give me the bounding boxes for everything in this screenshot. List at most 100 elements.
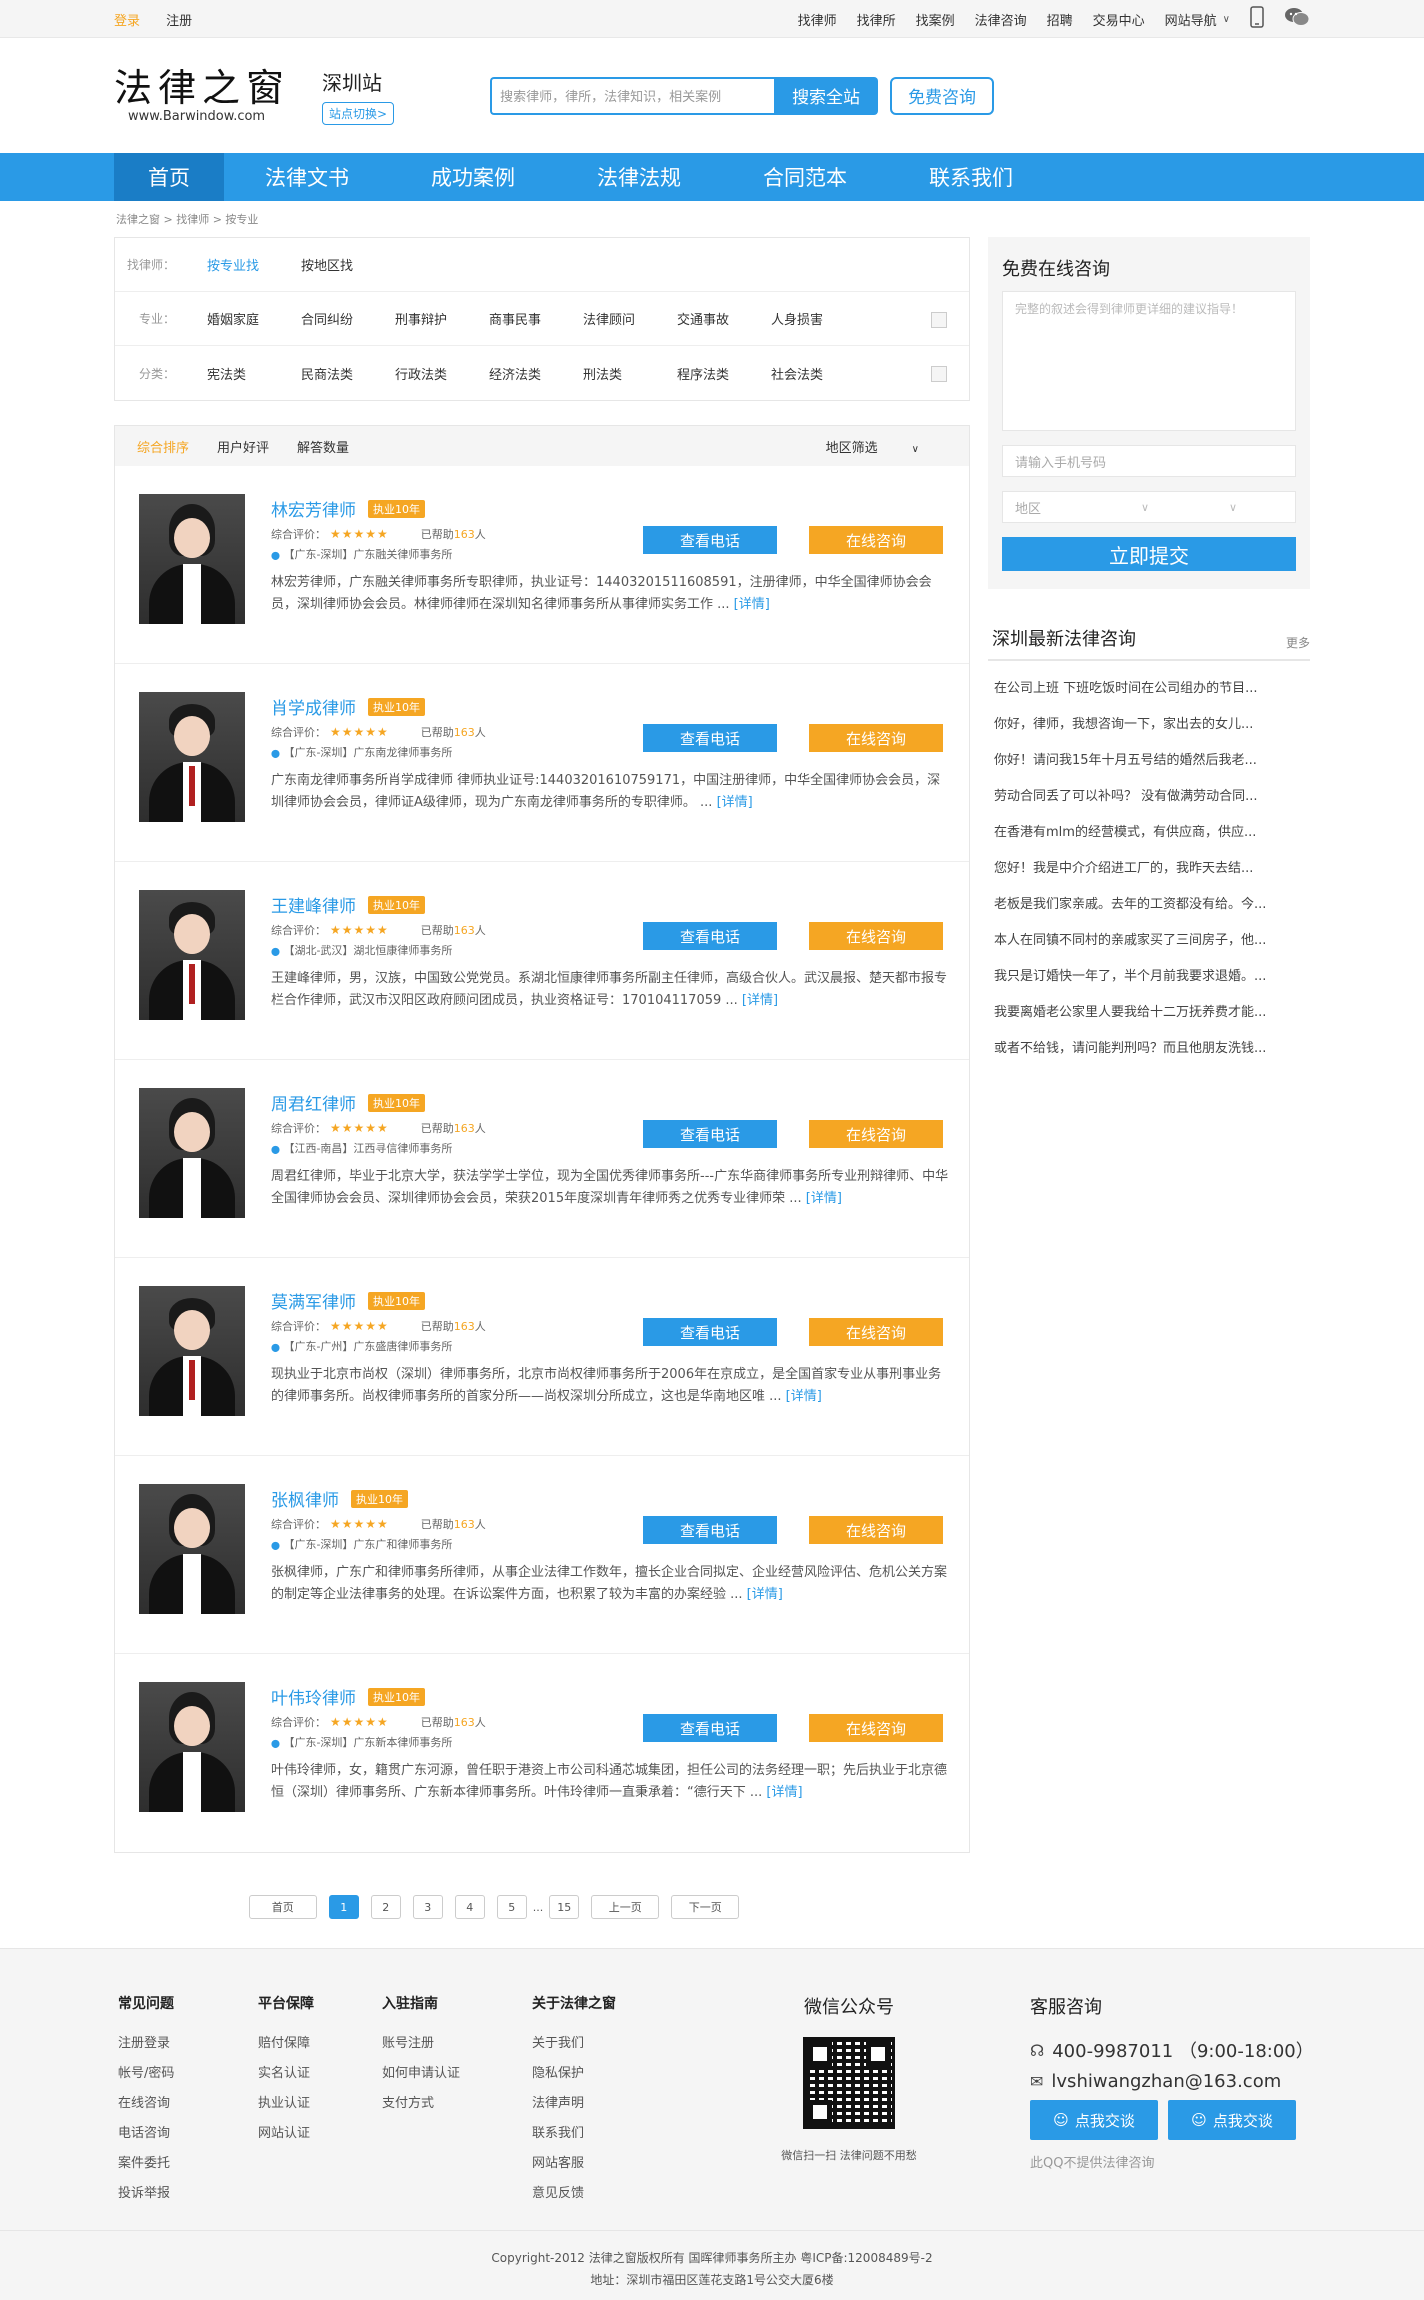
region-select[interactable]: 地区 ∨ ∨ — [1002, 491, 1296, 523]
consult-item[interactable]: 你好！请问我15年十月五号结的婚然后我老... — [988, 743, 1310, 779]
qq-chat-button[interactable]: ☺ 点我交谈 — [1030, 2100, 1158, 2140]
online-consult-button[interactable]: 在线咨询 — [809, 1120, 943, 1148]
filter-by-major[interactable]: 按专业找 — [207, 255, 301, 274]
footer-link[interactable]: 隐私保护 — [532, 2066, 584, 2081]
footer-link[interactable]: 如何申请认证 — [382, 2066, 460, 2081]
filter-by-region[interactable]: 按地区找 — [301, 255, 395, 274]
chevron-down-icon[interactable]: ∨ — [1141, 501, 1149, 514]
view-phone-button[interactable]: 查看电话 — [643, 922, 777, 950]
lawyer-name[interactable]: 莫满军律师 — [271, 1288, 356, 1313]
category-option[interactable]: 民商法类 — [301, 364, 395, 383]
category-option[interactable]: 社会法类 — [771, 364, 865, 383]
footer-link[interactable]: 法律声明 — [532, 2096, 584, 2111]
major-option[interactable]: 合同纠纷 — [301, 309, 395, 328]
consult-item[interactable]: 您好！我是中介介绍进工厂的，我昨天去结... — [988, 851, 1310, 887]
nav-contact-us[interactable]: 联系我们 — [888, 153, 1054, 201]
detail-link[interactable]: [详情] — [786, 1389, 822, 1404]
footer-link[interactable]: 网站认证 — [258, 2126, 310, 2141]
footer-link[interactable]: 实名认证 — [258, 2066, 310, 2081]
footer-link[interactable]: 帐号/密码 — [118, 2066, 174, 2081]
view-phone-button[interactable]: 查看电话 — [643, 1318, 777, 1346]
category-option[interactable]: 行政法类 — [395, 364, 489, 383]
sort-comprehensive[interactable]: 综合排序 — [137, 437, 189, 456]
consult-item[interactable]: 在公司上班 下班吃饭时间在公司组办的节目... — [988, 671, 1310, 707]
lawyer-name[interactable]: 肖学成律师 — [271, 694, 356, 719]
top-link-site-nav[interactable]: 网站导航 — [1165, 10, 1217, 29]
lawyer-photo[interactable] — [139, 494, 245, 624]
footer-link[interactable]: 案件委托 — [118, 2156, 170, 2171]
lawyer-name[interactable]: 叶伟玲律师 — [271, 1684, 356, 1709]
view-phone-button[interactable]: 查看电话 — [643, 1714, 777, 1742]
top-link-find-case[interactable]: 找案例 — [916, 10, 955, 29]
station-switch-link[interactable]: 站点切换> — [322, 101, 395, 125]
category-option[interactable]: 宪法类 — [207, 364, 301, 383]
lawyer-photo[interactable] — [139, 1484, 245, 1614]
consult-item[interactable]: 或者不给钱，请问能判刑吗？而且他朋友洗钱... — [988, 1031, 1310, 1067]
detail-link[interactable]: [详情] — [766, 1785, 802, 1800]
top-link-find-firm[interactable]: 找律所 — [857, 10, 896, 29]
footer-link[interactable]: 联系我们 — [532, 2126, 584, 2141]
phone-input[interactable]: 请输入手机号码 — [1002, 445, 1296, 477]
lawyer-photo[interactable] — [139, 1682, 245, 1812]
search-button[interactable]: 搜索全站 — [774, 76, 879, 115]
online-consult-button[interactable]: 在线咨询 — [809, 724, 943, 752]
page-1[interactable]: 1 — [328, 1895, 359, 1919]
footer-link[interactable]: 关于我们 — [532, 2036, 584, 2051]
detail-link[interactable]: [详情] — [747, 1587, 783, 1602]
lawyer-photo[interactable] — [139, 1286, 245, 1416]
major-option[interactable]: 刑事辩护 — [395, 309, 489, 328]
lawyer-name[interactable]: 林宏芳律师 — [271, 496, 356, 521]
search-input[interactable]: 搜索律师，律所，法律知识，相关案例 — [490, 76, 775, 115]
footer-link[interactable]: 投诉举报 — [118, 2186, 170, 2201]
footer-link[interactable]: 赔付保障 — [258, 2036, 310, 2051]
question-textarea[interactable]: 完整的叙述会得到律师更详细的建议指导！ — [1002, 291, 1296, 431]
submit-button[interactable]: 立即提交 — [1002, 537, 1296, 571]
major-option[interactable]: 婚姻家庭 — [207, 309, 301, 328]
page-3[interactable]: 3 — [412, 1895, 443, 1919]
category-option[interactable]: 程序法类 — [677, 364, 771, 383]
lawyer-name[interactable]: 张枫律师 — [271, 1486, 339, 1511]
mobile-phone-icon[interactable] — [1250, 6, 1264, 32]
free-consult-button[interactable]: 免费咨询 — [890, 76, 995, 115]
page-first[interactable]: 首页 — [248, 1895, 317, 1919]
page-5[interactable]: 5 — [496, 1895, 527, 1919]
footer-link[interactable]: 电话咨询 — [118, 2126, 170, 2141]
footer-link[interactable]: 注册登录 — [118, 2036, 170, 2051]
footer-link[interactable]: 执业认证 — [258, 2096, 310, 2111]
site-logo[interactable]: 法律之窗 www.Barwindow.com — [114, 67, 304, 124]
service-email[interactable]: lvshiwangzhan@163.com — [1051, 2071, 1281, 2092]
nav-home[interactable]: 首页 — [114, 153, 224, 201]
qq-chat-button[interactable]: ☺ 点我交谈 — [1168, 2100, 1296, 2140]
category-option[interactable]: 刑法类 — [583, 364, 677, 383]
detail-link[interactable]: [详情] — [742, 993, 778, 1008]
consult-item[interactable]: 本人在同镇不同村的亲戚家买了三间房子，他... — [988, 923, 1310, 959]
online-consult-button[interactable]: 在线咨询 — [809, 1318, 943, 1346]
nav-legal-documents[interactable]: 法律文书 — [224, 153, 390, 201]
more-link[interactable]: 更多 — [1286, 634, 1310, 651]
page-2[interactable]: 2 — [370, 1895, 401, 1919]
detail-link[interactable]: [详情] — [734, 597, 770, 612]
top-link-legal-consult[interactable]: 法律咨询 — [975, 10, 1027, 29]
nav-success-cases[interactable]: 成功案例 — [390, 153, 556, 201]
page-last[interactable]: 15 — [549, 1895, 580, 1919]
view-phone-button[interactable]: 查看电话 — [643, 526, 777, 554]
detail-link[interactable]: [详情] — [806, 1191, 842, 1206]
consult-item[interactable]: 我要离婚老公家里人要我给十二万抚养费才能... — [988, 995, 1310, 1031]
online-consult-button[interactable]: 在线咨询 — [809, 1516, 943, 1544]
lawyer-photo[interactable] — [139, 890, 245, 1020]
consult-item[interactable]: 在香港有mlm的经营模式，有供应商，供应... — [988, 815, 1310, 851]
footer-link[interactable]: 意见反馈 — [532, 2186, 584, 2201]
online-consult-button[interactable]: 在线咨询 — [809, 526, 943, 554]
footer-link[interactable]: 支付方式 — [382, 2096, 434, 2111]
category-option[interactable]: 经济法类 — [489, 364, 583, 383]
major-option[interactable]: 人身损害 — [771, 309, 865, 328]
top-link-trade-center[interactable]: 交易中心 — [1093, 10, 1145, 29]
view-phone-button[interactable]: 查看电话 — [643, 724, 777, 752]
footer-link[interactable]: 网站客服 — [532, 2156, 584, 2171]
lawyer-photo[interactable] — [139, 692, 245, 822]
detail-link[interactable]: [详情] — [717, 795, 753, 810]
online-consult-button[interactable]: 在线咨询 — [809, 922, 943, 950]
consult-item[interactable]: 我只是订婚快一年了，半个月前我要求退婚。... — [988, 959, 1310, 995]
sort-rating[interactable]: 用户好评 — [217, 437, 269, 456]
view-phone-button[interactable]: 查看电话 — [643, 1120, 777, 1148]
